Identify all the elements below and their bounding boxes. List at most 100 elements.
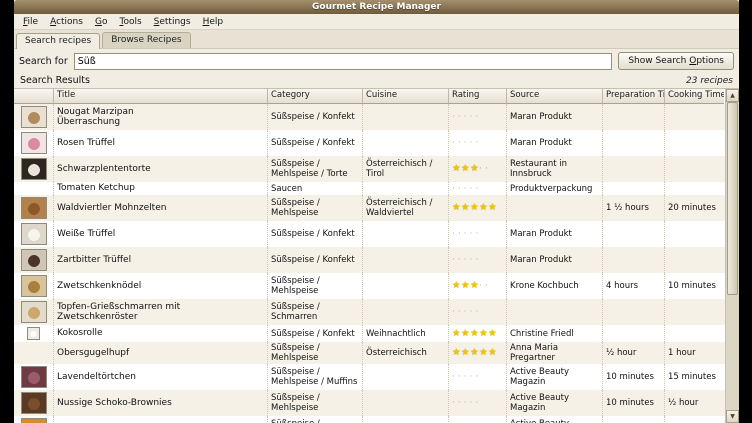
recipe-row-rosen-tr-ffel[interactable]: Rosen TrüffelSüßspeise / Konfekt·····Mar… bbox=[14, 130, 725, 156]
cell-rating: ····· bbox=[449, 247, 507, 273]
recipe-thumbnail bbox=[21, 132, 47, 154]
menu-item-help[interactable]: Help bbox=[197, 16, 230, 28]
recipe-row-waldviertler-mohnzelten[interactable]: Waldviertler MohnzeltenSüßspeise / Mehls… bbox=[14, 195, 725, 221]
recipe-row-schwarzplententorte[interactable]: SchwarzplententorteSüßspeise / Mehlspeis… bbox=[14, 156, 725, 182]
cell-source: Krone Kochbuch bbox=[507, 273, 603, 299]
recipe-row-nougat-marzipan-berraschung[interactable]: Nougat Marzipan ÜberraschungSüßspeise / … bbox=[14, 104, 725, 130]
cell-category: Süßspeise / Konfekt bbox=[268, 325, 363, 342]
cell-source: Christine Friedl bbox=[507, 325, 603, 342]
cell-cooking-time bbox=[665, 221, 724, 247]
column-header-rating[interactable]: Rating bbox=[449, 89, 507, 104]
cell-cuisine bbox=[363, 364, 449, 390]
column-header-title[interactable]: Title bbox=[54, 89, 268, 104]
cell-title: Lavendeltörtchen bbox=[54, 364, 268, 390]
column-header-category[interactable]: Category bbox=[268, 89, 363, 104]
cell-category: Süßspeise / Konfekt bbox=[268, 247, 363, 273]
tab-browse-recipes[interactable]: Browse Recipes bbox=[102, 32, 190, 48]
cell-thumbnail bbox=[14, 156, 54, 182]
cell-source: Active Beauty Magazin bbox=[507, 364, 603, 390]
cell-cuisine bbox=[363, 299, 449, 325]
recipe-row-kokosrolle[interactable]: Kokosrolle Süßspeise / KonfektWeihnachtli… bbox=[14, 325, 725, 342]
rating-stars: ★★★★★ bbox=[452, 348, 497, 358]
recipe-table: TitleCategoryCuisineRatingSourcePreparat… bbox=[14, 89, 725, 423]
cell-cooking-time: 15 minutes bbox=[665, 364, 724, 390]
cell-preparation-time bbox=[603, 104, 665, 130]
cell-thumbnail bbox=[14, 325, 54, 342]
cell-title: Topfen-Grießschmarren mit Zwetschkenröst… bbox=[54, 299, 268, 325]
search-results-heading: Search Results bbox=[20, 75, 90, 86]
column-header-source[interactable]: Source bbox=[507, 89, 603, 104]
cell-cuisine: Weihnachtlich bbox=[363, 325, 449, 342]
scroll-up-button[interactable]: ▲ bbox=[726, 89, 739, 102]
cell-source: Produktverpackung bbox=[507, 182, 603, 195]
cell-title: Schwarzplententorte bbox=[54, 156, 268, 182]
rating-stars: ★★★★★ bbox=[452, 203, 497, 213]
recipe-row-zwetschkenkn-del[interactable]: ZwetschkenknödelSüßspeise / Mehlspeise★★… bbox=[14, 273, 725, 299]
recipe-thumbnail bbox=[21, 223, 47, 245]
scroll-down-button[interactable]: ▼ bbox=[726, 410, 739, 423]
search-for-label: Search for bbox=[19, 56, 68, 67]
column-header-preparation-time[interactable]: Preparation Time bbox=[603, 89, 665, 104]
search-input[interactable] bbox=[74, 53, 613, 70]
cell-category: Süßspeise / Mehlspeise / Torte bbox=[268, 156, 363, 182]
cell-thumbnail bbox=[14, 195, 54, 221]
cell-cooking-time: 40 minutes bbox=[665, 416, 724, 423]
recipe-row-topfen-grie-schmarren-mit-zwetschkenr-ster[interactable]: Topfen-Grießschmarren mit Zwetschkenröst… bbox=[14, 299, 725, 325]
recipe-title: Weiße Trüffel bbox=[57, 229, 115, 240]
vertical-scrollbar[interactable]: ▲ ▼ bbox=[725, 89, 739, 423]
recipe-thumbnail bbox=[21, 106, 47, 128]
tab-search-recipes[interactable]: Search recipes bbox=[16, 33, 100, 49]
cell-title: Waldviertler Mohnzelten bbox=[54, 195, 268, 221]
cell-thumbnail bbox=[14, 221, 54, 247]
cell-rating: ····· bbox=[449, 221, 507, 247]
rating-stars: ★★★·· bbox=[452, 281, 491, 291]
cell-cooking-time bbox=[665, 299, 724, 325]
cell-preparation-time bbox=[603, 221, 665, 247]
cell-category: Süßspeise / Mehlspeise / Muffins bbox=[268, 364, 363, 390]
cell-cuisine bbox=[363, 273, 449, 299]
cell-category: Süßspeise / Mehlspeise bbox=[268, 390, 363, 416]
cell-cuisine: Österreichisch / Waldviertel bbox=[363, 195, 449, 221]
recipe-thumbnail bbox=[21, 249, 47, 271]
cell-source bbox=[507, 299, 603, 325]
cell-title: Kokosrolle bbox=[54, 325, 268, 342]
recipe-title: Nussige Schoko-Brownies bbox=[57, 398, 172, 409]
show-search-options-button[interactable]: Show Search Options bbox=[618, 52, 734, 70]
cell-category: Saucen bbox=[268, 182, 363, 195]
cell-rating: ★★★★★ bbox=[449, 195, 507, 221]
cell-cooking-time bbox=[665, 182, 724, 195]
cell-preparation-time: 10 minutes bbox=[603, 364, 665, 390]
search-bar: Search for Show Search Options bbox=[14, 49, 739, 73]
menu-item-tools[interactable]: Tools bbox=[113, 16, 147, 28]
cell-source: Maran Produkt bbox=[507, 104, 603, 130]
table-header-row: TitleCategoryCuisineRatingSourcePreparat… bbox=[14, 89, 725, 104]
cell-rating: ★★★★★ bbox=[449, 325, 507, 342]
cell-cooking-time bbox=[665, 325, 724, 342]
table-body: Nougat Marzipan ÜberraschungSüßspeise / … bbox=[14, 104, 725, 423]
recipe-row-lavendelt-rtchen[interactable]: LavendeltörtchenSüßspeise / Mehlspeise /… bbox=[14, 364, 725, 390]
recipe-row-obersgugelhupf[interactable]: ObersgugelhupfSüßspeise / MehlspeiseÖste… bbox=[14, 342, 725, 364]
menu-item-settings[interactable]: Settings bbox=[148, 16, 197, 28]
scrollbar-track[interactable] bbox=[726, 102, 739, 410]
menu-item-go[interactable]: Go bbox=[89, 16, 114, 28]
recipe-row-tomaten-ketchup[interactable]: Tomaten KetchupSaucen·····Produktverpack… bbox=[14, 182, 725, 195]
recipe-title: Kokosrolle bbox=[57, 328, 103, 339]
recipe-title: Zwetschkenknödel bbox=[57, 281, 141, 292]
scrollbar-thumb[interactable] bbox=[727, 102, 738, 295]
column-header-thumbnail[interactable] bbox=[14, 89, 54, 104]
cell-cooking-time: ½ hour bbox=[665, 390, 724, 416]
cell-preparation-time: 10 minutes bbox=[603, 416, 665, 423]
titlebar[interactable]: Gourmet Recipe Manager bbox=[14, 0, 739, 14]
cell-source: Active Beauty Magazin bbox=[507, 416, 603, 423]
recipe-row-wei-e-tr-ffel[interactable]: Weiße TrüffelSüßspeise / Konfekt·····Mar… bbox=[14, 221, 725, 247]
cell-preparation-time bbox=[603, 247, 665, 273]
recipe-thumbnail bbox=[21, 301, 47, 323]
menu-item-actions[interactable]: Actions bbox=[44, 16, 89, 28]
cell-category: Süßspeise / Mehlspeise / Kuchen bbox=[268, 416, 363, 423]
column-header-cuisine[interactable]: Cuisine bbox=[363, 89, 449, 104]
column-header-cooking-time[interactable]: Cooking Time bbox=[665, 89, 724, 104]
recipe-row-zartbitter-tr-ffel[interactable]: Zartbitter TrüffelSüßspeise / Konfekt···… bbox=[14, 247, 725, 273]
menu-item-file[interactable]: File bbox=[17, 16, 44, 28]
recipe-row-zitronenkuchen[interactable]: ZitronenkuchenSüßspeise / Mehlspeise / K… bbox=[14, 416, 725, 423]
recipe-row-nussige-schoko-brownies[interactable]: Nussige Schoko-Brownies Süßspeise / Mehls… bbox=[14, 390, 725, 416]
